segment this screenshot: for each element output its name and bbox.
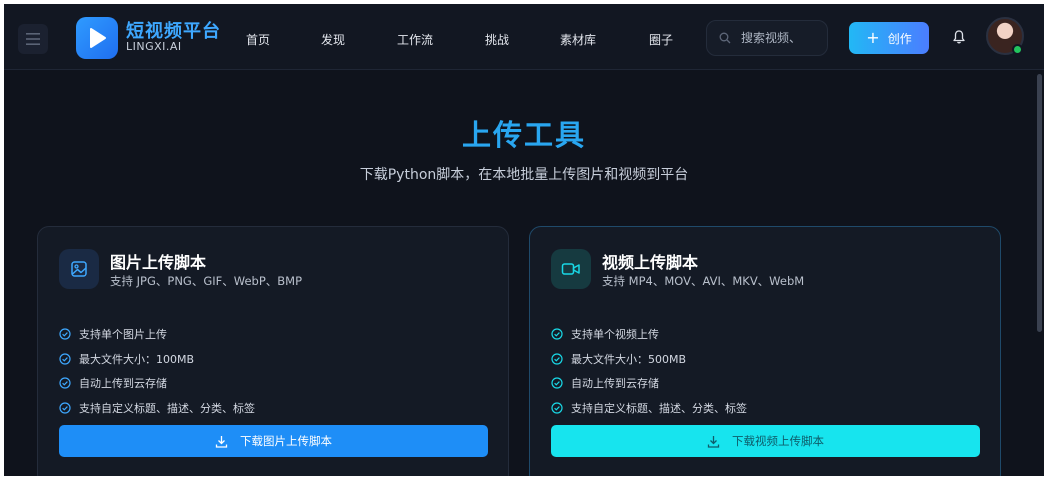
online-status-dot	[1012, 44, 1023, 55]
card-description: 支持 MP4、MOV、AVI、MKV、WebM	[602, 274, 805, 288]
video-camera-icon	[561, 263, 580, 275]
feature-text: 支持单个视频上传	[571, 328, 659, 342]
card-icon-wrapper	[551, 249, 591, 289]
image-upload-card: 图片上传脚本 支持 JPG、PNG、GIF、WebP、BMP 支持单个图片上传 …	[37, 226, 509, 476]
download-icon	[215, 435, 228, 448]
feature-text: 自动上传到云存储	[79, 377, 167, 391]
page-title: 上传工具	[461, 118, 586, 152]
app-window: 短视频平台 LINGXI.AI 首页 发现 工作流 挑战 素材库 圈子 + 创作…	[4, 4, 1044, 476]
card-title: 图片上传脚本	[110, 253, 207, 272]
check-circle-icon	[551, 377, 563, 389]
scrollbar[interactable]	[1037, 74, 1042, 332]
list-item: 支持单个图片上传	[59, 322, 255, 347]
video-upload-card: 视频上传脚本 支持 MP4、MOV、AVI、MKV、WebM 支持单个视频上传 …	[529, 226, 1001, 476]
nav-item-discover[interactable]: 发现	[321, 31, 345, 48]
list-item: 支持单个视频上传	[551, 322, 747, 347]
feature-list: 支持单个视频上传 最大文件大小：500MB 自动上传到云存储 支持自定义标题、描…	[551, 322, 747, 420]
check-circle-icon	[551, 402, 563, 414]
search-input[interactable]	[741, 31, 821, 45]
list-item: 最大文件大小：500MB	[551, 347, 747, 372]
create-label: 创作	[887, 31, 912, 46]
download-icon	[707, 435, 720, 448]
list-item: 支持自定义标题、描述、分类、标签	[59, 396, 255, 421]
feature-text: 最大文件大小：500MB	[571, 352, 687, 366]
feature-list: 支持单个图片上传 最大文件大小：100MB 自动上传到云存储 支持自定义标题、描…	[59, 322, 255, 420]
check-circle-icon	[59, 377, 71, 389]
card-description: 支持 JPG、PNG、GIF、WebP、BMP	[110, 274, 303, 288]
page-subtitle: 下载Python脚本，在本地批量上传图片和视频到平台	[359, 167, 689, 183]
search-icon	[719, 32, 731, 44]
list-item: 自动上传到云存储	[59, 371, 255, 396]
nav-item-challenge[interactable]: 挑战	[485, 31, 509, 48]
card-icon-wrapper	[59, 249, 99, 289]
logo[interactable]	[76, 17, 118, 59]
download-video-script-button[interactable]: 下载视频上传脚本	[551, 425, 980, 457]
search-box[interactable]	[706, 20, 828, 56]
bell-icon[interactable]	[951, 29, 967, 45]
feature-text: 支持单个图片上传	[79, 328, 167, 342]
card-title: 视频上传脚本	[602, 253, 699, 272]
check-circle-icon	[59, 328, 71, 340]
feature-text: 最大文件大小：100MB	[79, 352, 195, 366]
feature-text: 支持自定义标题、描述、分类、标签	[79, 401, 255, 415]
check-circle-icon	[551, 328, 563, 340]
nav-item-home[interactable]: 首页	[246, 31, 270, 48]
create-button[interactable]: + 创作	[849, 22, 929, 54]
play-logo-icon	[90, 28, 106, 48]
download-image-script-button[interactable]: 下载图片上传脚本	[59, 425, 488, 457]
nav-item-circle[interactable]: 圈子	[649, 31, 673, 48]
download-button-label: 下载视频上传脚本	[732, 434, 824, 448]
hamburger-icon	[26, 33, 40, 45]
check-circle-icon	[59, 353, 71, 365]
menu-button[interactable]	[18, 24, 48, 54]
top-header: 短视频平台 LINGXI.AI 首页 发现 工作流 挑战 素材库 圈子 + 创作	[4, 4, 1044, 70]
plus-icon: +	[866, 28, 880, 47]
brand-subtitle: LINGXI.AI	[126, 40, 182, 53]
nav-item-workflow[interactable]: 工作流	[397, 31, 433, 48]
check-circle-icon	[59, 402, 71, 414]
list-item: 支持自定义标题、描述、分类、标签	[551, 396, 747, 421]
download-button-label: 下载图片上传脚本	[240, 434, 332, 448]
image-icon	[71, 261, 87, 277]
check-circle-icon	[551, 353, 563, 365]
list-item: 自动上传到云存储	[551, 371, 747, 396]
list-item: 最大文件大小：100MB	[59, 347, 255, 372]
nav-item-assets[interactable]: 素材库	[560, 31, 596, 48]
feature-text: 支持自定义标题、描述、分类、标签	[571, 401, 747, 415]
feature-text: 自动上传到云存储	[571, 377, 659, 391]
